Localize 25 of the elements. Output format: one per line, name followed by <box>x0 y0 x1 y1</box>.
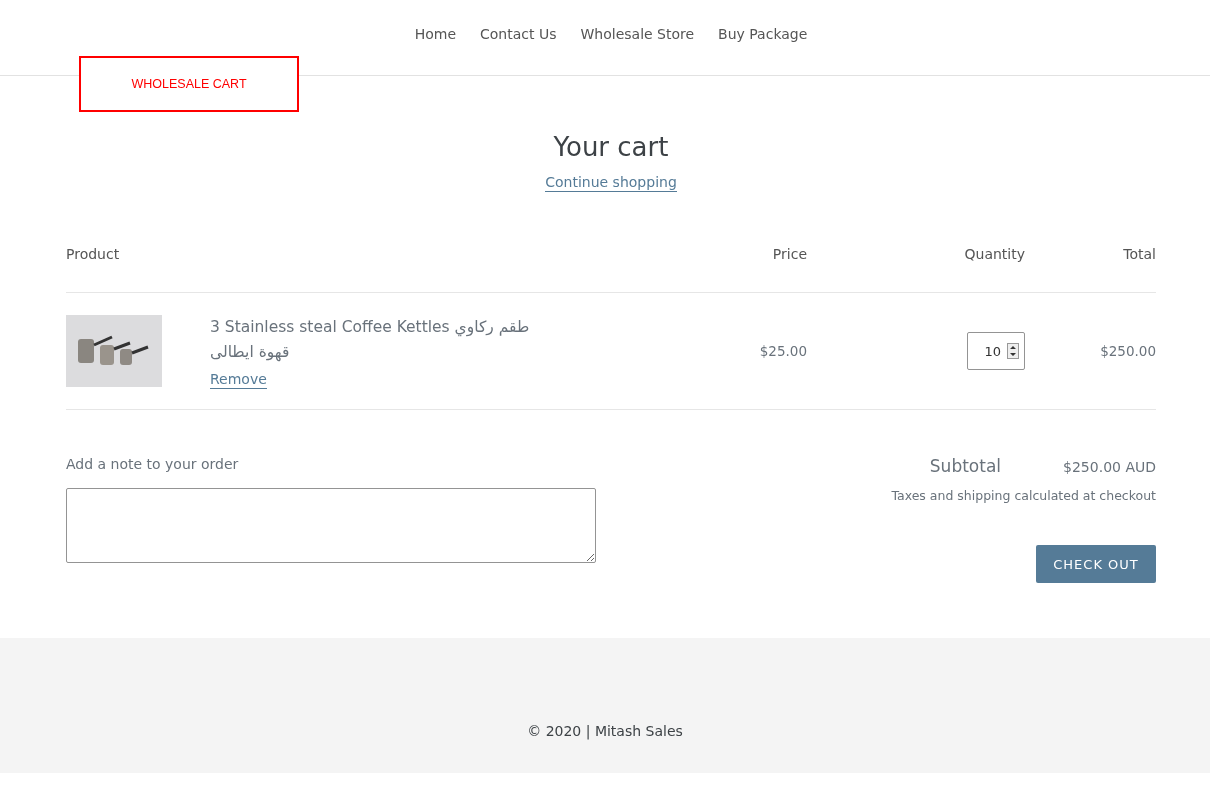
product-name[interactable]: 3 Stainless steal Coffee Kettles طقم ركاوي قهوة ايطالى <box>210 315 540 365</box>
nav-link[interactable]: Wholesale Store <box>580 26 695 42</box>
subtotal-label: Subtotal <box>929 456 1002 476</box>
subtotal-value: $250.00 AUD <box>1063 459 1156 475</box>
copyright-text: © 2020 | Mitash Sales <box>527 722 683 739</box>
nav-link[interactable]: Home <box>414 26 456 42</box>
continue-shopping-link[interactable]: Continue shopping <box>545 174 677 192</box>
column-header: Product <box>66 246 121 262</box>
price-cell-text: $25.00 <box>758 343 807 359</box>
column-header: Total <box>1122 246 1156 262</box>
tax-note: Taxes and shipping calculated at checkout <box>891 488 1156 503</box>
remove-link[interactable]: Remove <box>210 371 267 389</box>
column-header: Quantity <box>963 246 1025 262</box>
nav-link[interactable]: Buy Package <box>718 26 808 42</box>
page-title: Your cart <box>552 132 670 162</box>
note-label: Add a note to your order <box>66 456 240 472</box>
checkout-button[interactable]: CHECK OUT <box>1036 545 1156 583</box>
note-field[interactable] <box>66 488 596 563</box>
wholesale-cart-link[interactable]: WHOLESALE CART <box>79 56 299 112</box>
total-cell-text: $250.00 <box>1099 343 1156 359</box>
spinner-icon[interactable] <box>1007 343 1019 359</box>
product-photo[interactable] <box>66 315 162 387</box>
column-header: Price <box>771 246 807 262</box>
nav-link[interactable]: Contact Us <box>480 26 557 42</box>
quantity-field[interactable]: 10 <box>967 332 1025 370</box>
